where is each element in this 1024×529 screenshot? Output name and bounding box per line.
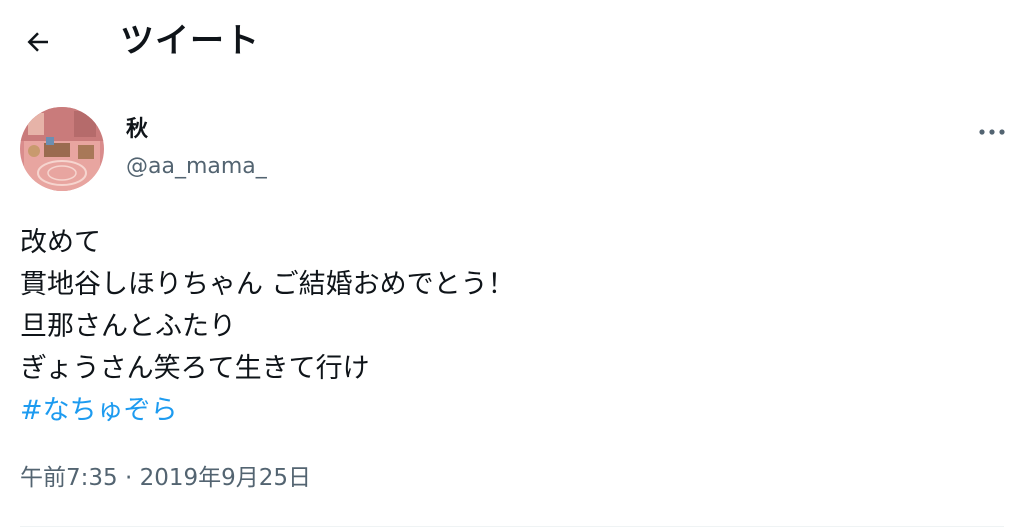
more-horizontal-icon xyxy=(979,129,1005,135)
tweet-timestamp[interactable]: 午前7:35 · 2019年9月25日 xyxy=(20,462,311,494)
user-handle[interactable]: @aa_mama_ xyxy=(126,152,267,182)
tweet-line: ぎょうさん笑ろて生きて行け xyxy=(20,353,370,384)
tweet-page: ツイート 秋 @aa_mama_ 改めて 貫地谷しほりちゃん ご結婚おめでとう！… xyxy=(0,0,1024,529)
tweet-line: 改めて xyxy=(20,227,101,258)
page-title: ツイート xyxy=(120,21,260,61)
tweet-line: 旦那さんとふたり xyxy=(20,311,236,342)
arrow-left-icon xyxy=(27,32,48,52)
divider xyxy=(20,526,1004,527)
avatar[interactable] xyxy=(20,107,104,191)
display-name[interactable]: 秋 xyxy=(126,116,148,144)
tweet-line: 貫地谷しほりちゃん ご結婚おめでとう！ xyxy=(20,269,515,300)
more-options-button[interactable] xyxy=(968,112,1016,152)
header: ツイート xyxy=(0,0,1024,84)
tweet-text: 改めて 貫地谷しほりちゃん ご結婚おめでとう！ 旦那さんとふたり ぎょうさん笑ろ… xyxy=(20,222,1000,432)
avatar-image xyxy=(20,107,104,191)
hashtag-link[interactable]: #なちゅぞら xyxy=(20,390,178,432)
back-button[interactable] xyxy=(16,20,60,64)
